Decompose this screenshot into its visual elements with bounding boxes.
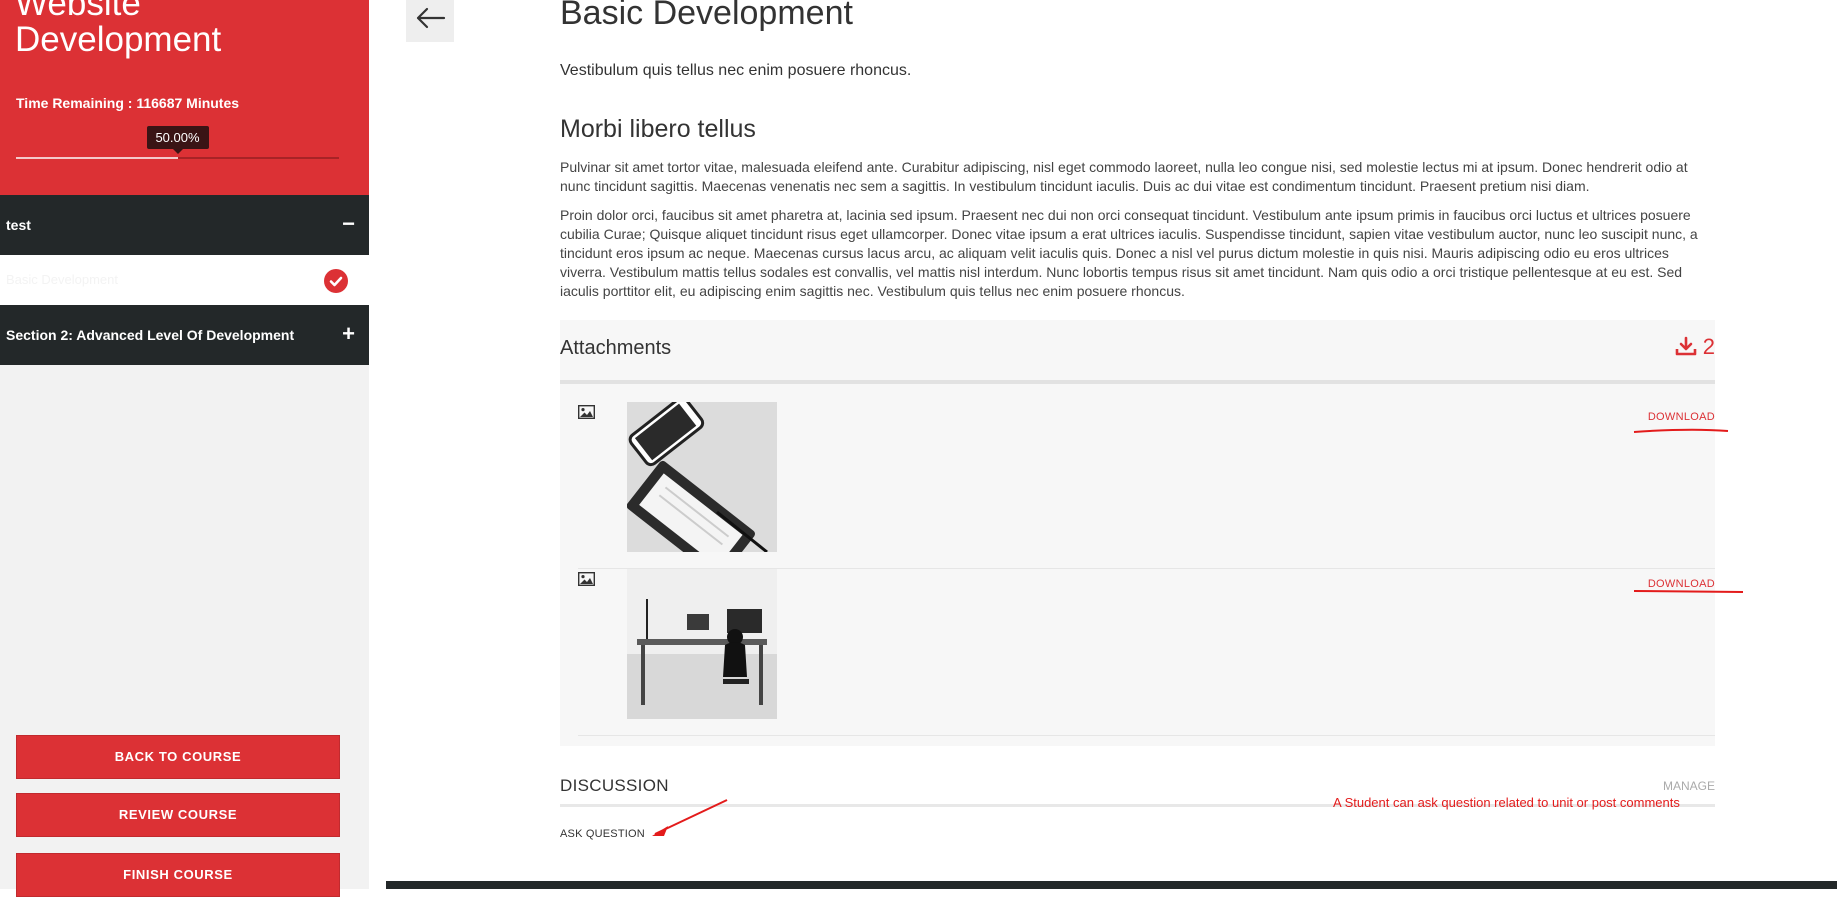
section-label: Section 2: Advanced Level Of Development: [6, 327, 295, 343]
footer-bar: [386, 881, 1837, 889]
discussion-title: DISCUSSION: [560, 776, 669, 795]
expand-icon[interactable]: +: [342, 305, 355, 363]
unit-title: Basic Development: [560, 0, 853, 32]
section-test[interactable]: test −: [0, 195, 369, 255]
attachment-row: DOWNLOAD: [578, 402, 1715, 569]
content-paragraph: Proin dolor orci, faucibus sit amet phar…: [560, 207, 1698, 299]
section-label: test: [6, 217, 31, 233]
attachment-thumbnail[interactable]: [627, 569, 777, 719]
ask-question-link[interactable]: ASK QUESTION: [560, 828, 645, 840]
back-to-course-button[interactable]: BACK TO COURSE: [16, 735, 340, 779]
attachments-count: 2: [1675, 334, 1715, 360]
course-title: Website Development: [15, 0, 222, 59]
image-icon: [578, 572, 595, 586]
course-sidebar: Website Development Time Remaining : 116…: [0, 0, 369, 897]
unit-item-label: Basic Development: [6, 272, 118, 287]
attachments-title: Attachments: [560, 337, 672, 359]
attachment-row: DOWNLOAD: [578, 569, 1715, 736]
progress-fill: [16, 157, 178, 159]
collapse-icon[interactable]: −: [342, 195, 355, 253]
attachments-panel: Attachments 2 DOWNLOAD DOWNLOAD: [560, 320, 1715, 746]
annotation-note: A Student can ask question related to un…: [1333, 795, 1680, 810]
attachments-header: Attachments 2: [560, 320, 1715, 384]
download-link[interactable]: DOWNLOAD: [1648, 578, 1715, 590]
check-icon: [324, 269, 348, 293]
unit-subtitle: Vestibulum quis tellus nec enim posuere …: [560, 62, 912, 79]
course-header: Website Development Time Remaining : 116…: [0, 0, 369, 195]
attachment-thumbnail[interactable]: [627, 402, 777, 552]
back-button[interactable]: [406, 0, 454, 42]
annotation-arrowhead: [652, 826, 668, 836]
section-advanced[interactable]: Section 2: Advanced Level Of Development…: [0, 305, 369, 365]
attachments-count-value: 2: [1702, 334, 1715, 359]
manage-link[interactable]: MANAGE: [1663, 779, 1715, 793]
image-icon: [578, 405, 595, 419]
content-paragraph: Pulvinar sit amet tortor vitae, malesuad…: [560, 159, 1688, 194]
time-remaining: Time Remaining : 116687 Minutes: [16, 95, 240, 111]
content-heading: Morbi libero tellus: [560, 115, 756, 143]
download-link[interactable]: DOWNLOAD: [1648, 411, 1715, 423]
progress-tooltip: 50.00%: [146, 126, 209, 154]
unit-item-basic-development[interactable]: Basic Development: [0, 255, 369, 305]
progress-bar: [16, 157, 339, 159]
review-course-button[interactable]: REVIEW COURSE: [16, 793, 340, 837]
arrow-left-icon: [416, 7, 446, 29]
finish-course-button[interactable]: FINISH COURSE: [16, 853, 340, 897]
download-icon: [1675, 336, 1696, 356]
